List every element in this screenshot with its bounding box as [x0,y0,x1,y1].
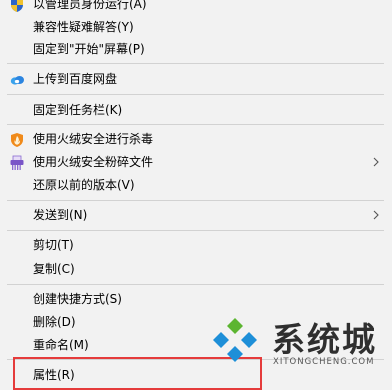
menu-item-compat-troubleshoot[interactable]: 兼容性疑难解答(Y) [0,16,392,38]
uac-shield-icon [11,0,23,12]
menu-item-run-as-admin[interactable]: 以管理员身份运行(A) [0,0,392,15]
menu-item-label: 创建快捷方式(S) [33,292,122,306]
menu-item-huorong-scan[interactable]: 使用火绒安全进行杀毒 [0,128,392,150]
menu-item-label: 固定到任务栏(K) [33,103,123,117]
chevron-right-icon [373,157,379,167]
chevron-right-icon [373,210,379,220]
menu-item-label: 发送到(N) [33,208,88,222]
menu-separator [7,63,384,64]
menu-item-restore-versions[interactable]: 还原以前的版本(V) [0,174,392,196]
watermark-title: 系统城 [272,320,377,359]
menu-item-label: 重命名(M) [33,338,89,352]
menu-item-label: 还原以前的版本(V) [33,178,135,192]
menu-item-label: 上传到百度网盘 [33,72,118,86]
menu-item-label: 固定到"开始"屏幕(P) [33,42,145,56]
menu-item-send-to[interactable]: 发送到(N) [0,204,392,226]
menu-item-label: 使用火绒安全进行杀毒 [33,132,154,146]
menu-separator [7,230,384,231]
menu-item-create-shortcut[interactable]: 创建快捷方式(S) [0,288,392,310]
huorong-shield-icon [11,133,23,147]
menu-item-upload-baidu[interactable]: 上传到百度网盘 [0,68,392,90]
menu-item-pin-taskbar[interactable]: 固定到任务栏(K) [0,99,392,121]
menu-item-label: 兼容性疑难解答(Y) [33,20,134,34]
menu-separator [7,124,384,125]
menu-item-label: 使用火绒安全粉碎文件 [33,155,154,169]
menu-separator [7,94,384,95]
menu-item-pin-start[interactable]: 固定到"开始"屏幕(P) [0,38,392,60]
menu-item-cut[interactable]: 剪切(T) [0,234,392,256]
menu-item-label: 剪切(T) [33,238,74,252]
shredder-icon [10,155,24,170]
menu-item-label: 删除(D) [33,315,76,329]
menu-item-label: 复制(C) [33,262,75,276]
menu-item-copy[interactable]: 复制(C) [0,258,392,280]
menu-separator [7,200,384,201]
watermark-subtitle: XITONGCHENG.COM [273,357,375,367]
watermark-logo-icon [213,318,257,362]
menu-item-label: 以管理员身份运行(A) [33,0,147,11]
menu-separator [7,284,384,285]
baidu-netdisk-icon [10,76,24,85]
menu-item-huorong-shred[interactable]: 使用火绒安全粉碎文件 [0,151,392,173]
